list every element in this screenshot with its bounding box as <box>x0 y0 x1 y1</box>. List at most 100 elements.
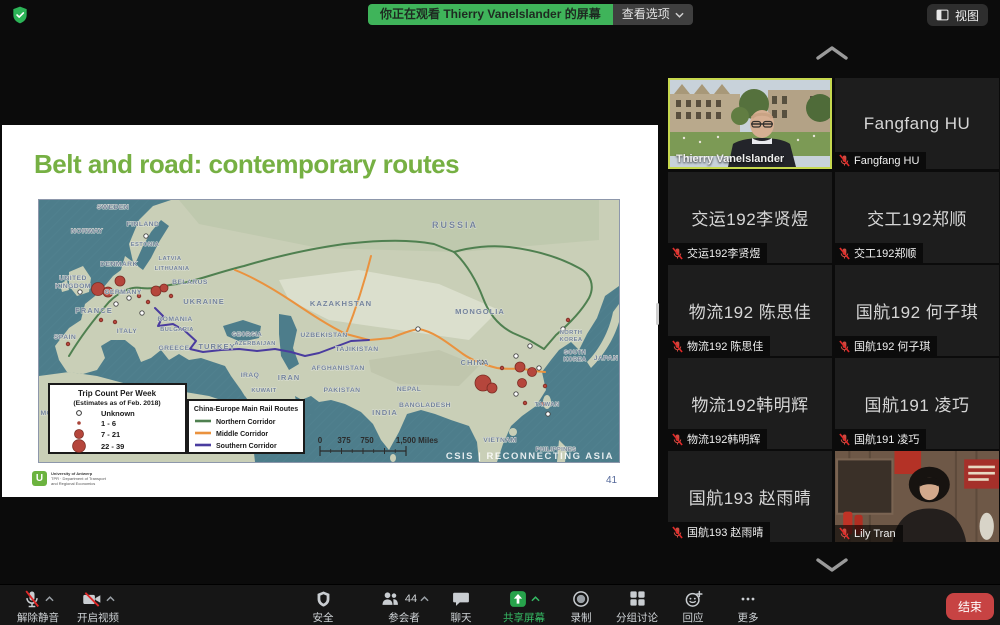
breakout-rooms-button[interactable]: 分组讨论 <box>605 588 669 625</box>
muted-mic-icon <box>839 527 850 540</box>
legend-trip-count: Trip Count Per Week (Estimates as of Feb… <box>49 384 186 453</box>
map-label: UZBEKISTAN <box>300 332 347 339</box>
zoom-meeting-window: 你正在观看 Thierry Vanelslander 的屏幕 查看选项 视图 B… <box>0 0 1000 625</box>
more-dots-icon <box>738 589 758 609</box>
muted-mic-icon <box>672 526 683 539</box>
chevron-up-icon[interactable] <box>420 596 429 602</box>
map-label: KINGDOM <box>55 283 91 290</box>
participant-badge: 物流192 陈思佳 <box>668 336 770 356</box>
more-button[interactable]: 更多 <box>716 588 780 625</box>
participant-tile[interactable]: 国航193 赵雨晴 国航193 赵雨晴 <box>668 451 832 542</box>
svg-text:Northern Corridor: Northern Corridor <box>216 419 276 426</box>
participant-tile[interactable]: 物流192 陈思佳 物流192 陈思佳 <box>668 265 832 356</box>
muted-mic-icon <box>672 433 683 446</box>
slide-title: Belt and road: contemporary routes <box>34 149 459 180</box>
university-logo: U University of Antwerp TPR · Department… <box>32 471 106 486</box>
svg-text:375: 375 <box>337 436 351 445</box>
map-label: NORWAY <box>71 228 103 235</box>
start-video-button[interactable]: 开启视频 <box>66 588 130 625</box>
map-label: TAIWAN <box>535 402 560 408</box>
map-label: KAZAKHSTAN <box>310 299 372 308</box>
svg-text:1,500 Miles: 1,500 Miles <box>396 436 439 445</box>
map-label: BELARUS <box>172 279 208 286</box>
map-label: VIETNAM <box>483 437 516 444</box>
map-label: FRANCE <box>75 306 113 315</box>
map-label: ITALY <box>117 328 138 335</box>
shared-screen-area: Belt and road: contemporary routes <box>0 30 662 585</box>
participant-tile[interactable]: 国航192 何子琪 国航192 何子琪 <box>835 265 999 356</box>
map-label: GEORGIA <box>232 332 263 338</box>
view-button[interactable]: 视图 <box>927 4 988 26</box>
reactions-smiley-icon <box>683 589 704 609</box>
svg-text:750: 750 <box>360 436 374 445</box>
participant-tile[interactable]: Fangfang HU Fangfang HU <box>835 78 999 169</box>
unmute-button[interactable]: 解除静音 <box>6 588 70 625</box>
chevron-down-icon <box>675 12 684 18</box>
participants-video-panel: Thierry Vanelslander Fangfang HU Fangfan… <box>662 30 1000 585</box>
participant-badge: Lily Tran <box>835 525 903 542</box>
svg-text:1 - 6: 1 - 6 <box>101 419 116 428</box>
presentation-slide: Belt and road: contemporary routes <box>2 125 658 497</box>
chat-bubble-icon <box>451 589 471 609</box>
participant-tile-thierry[interactable]: Thierry Vanelslander <box>668 78 832 169</box>
map-label: BULGARIA <box>160 327 194 333</box>
svg-text:22 - 39: 22 - 39 <box>101 442 124 451</box>
svg-text:7 - 21: 7 - 21 <box>101 430 120 439</box>
camera-off-icon <box>81 589 103 609</box>
map-label: LITHUANIA <box>155 266 190 272</box>
participant-badge: 交工192郑顺 <box>835 243 923 263</box>
map-label: MONGOLIA <box>455 307 505 316</box>
top-bar: 你正在观看 Thierry Vanelslander 的屏幕 查看选项 视图 <box>0 0 1000 30</box>
participant-tile[interactable]: 国航191 凌巧 国航191 凌巧 <box>835 358 999 449</box>
layout-grid-icon <box>936 9 949 21</box>
end-meeting-button[interactable]: 结束 <box>946 593 994 620</box>
map-label: SPAIN <box>54 334 76 341</box>
map-label: GERMANY <box>104 289 142 296</box>
meeting-security-shield-icon[interactable] <box>10 5 30 25</box>
map-label: NORTH <box>560 330 583 336</box>
map-label: SOUTH <box>564 350 586 356</box>
scroll-up-chevron[interactable] <box>812 44 852 62</box>
meeting-toolbar: 解除静音 开启视频 安全 <box>0 584 1000 625</box>
view-options-button[interactable]: 查看选项 <box>613 4 693 25</box>
chevron-up-icon[interactable] <box>106 596 115 602</box>
map-label: DENMARK <box>100 261 138 268</box>
map-label: AZERBAIJAN <box>234 341 275 347</box>
map-label: GREECE <box>158 345 189 352</box>
map-label: BANGLADESH <box>399 402 451 409</box>
chevron-up-icon[interactable] <box>45 596 54 602</box>
svg-text:(Estimates as of Feb. 2018): (Estimates as of Feb. 2018) <box>73 400 160 407</box>
map-label: INDIA <box>372 408 398 417</box>
panel-resize-handle[interactable] <box>656 303 659 325</box>
mic-muted-icon <box>22 589 42 609</box>
participant-tile-lily[interactable]: Lily Tran <box>835 451 999 542</box>
map-label: TURKEY <box>198 342 235 351</box>
share-screen-icon <box>508 589 528 609</box>
map-label: KOREA <box>564 357 587 363</box>
participant-tile[interactable]: 物流192韩明辉 物流192韩明辉 <box>668 358 832 449</box>
map-watermark: CSIS | RECONNECTING ASIA <box>446 451 614 462</box>
record-icon <box>571 589 591 609</box>
map-label: JAPAN <box>594 355 619 362</box>
watching-banner-text: 你正在观看 Thierry Vanelslander 的屏幕 <box>368 4 613 25</box>
breakout-grid-icon <box>628 589 647 608</box>
security-button[interactable]: 安全 <box>291 588 355 625</box>
participants-count: 44 <box>405 593 417 605</box>
map-label: RUSSIA <box>432 220 478 230</box>
muted-mic-icon <box>672 247 683 260</box>
participant-badge: 交运192李贤煜 <box>668 243 767 263</box>
record-button[interactable]: 录制 <box>549 588 613 625</box>
chat-button[interactable]: 聊天 <box>429 588 493 625</box>
participant-tile[interactable]: 交工192郑顺 交工192郑顺 <box>835 172 999 263</box>
muted-mic-icon <box>839 154 850 167</box>
scroll-down-chevron[interactable] <box>812 556 852 574</box>
chevron-up-icon[interactable] <box>531 596 540 602</box>
map-label: CHINA <box>460 358 489 367</box>
map-label: FINLAND <box>127 221 160 228</box>
map-label: ESTONIA <box>131 242 160 248</box>
participant-tile[interactable]: 交运192李贤煜 交运192李贤煜 <box>668 172 832 263</box>
university-logo-mark: U <box>32 471 47 486</box>
participant-badge: 物流192韩明辉 <box>668 429 767 449</box>
muted-mic-icon <box>839 247 850 260</box>
muted-mic-icon <box>672 340 683 353</box>
